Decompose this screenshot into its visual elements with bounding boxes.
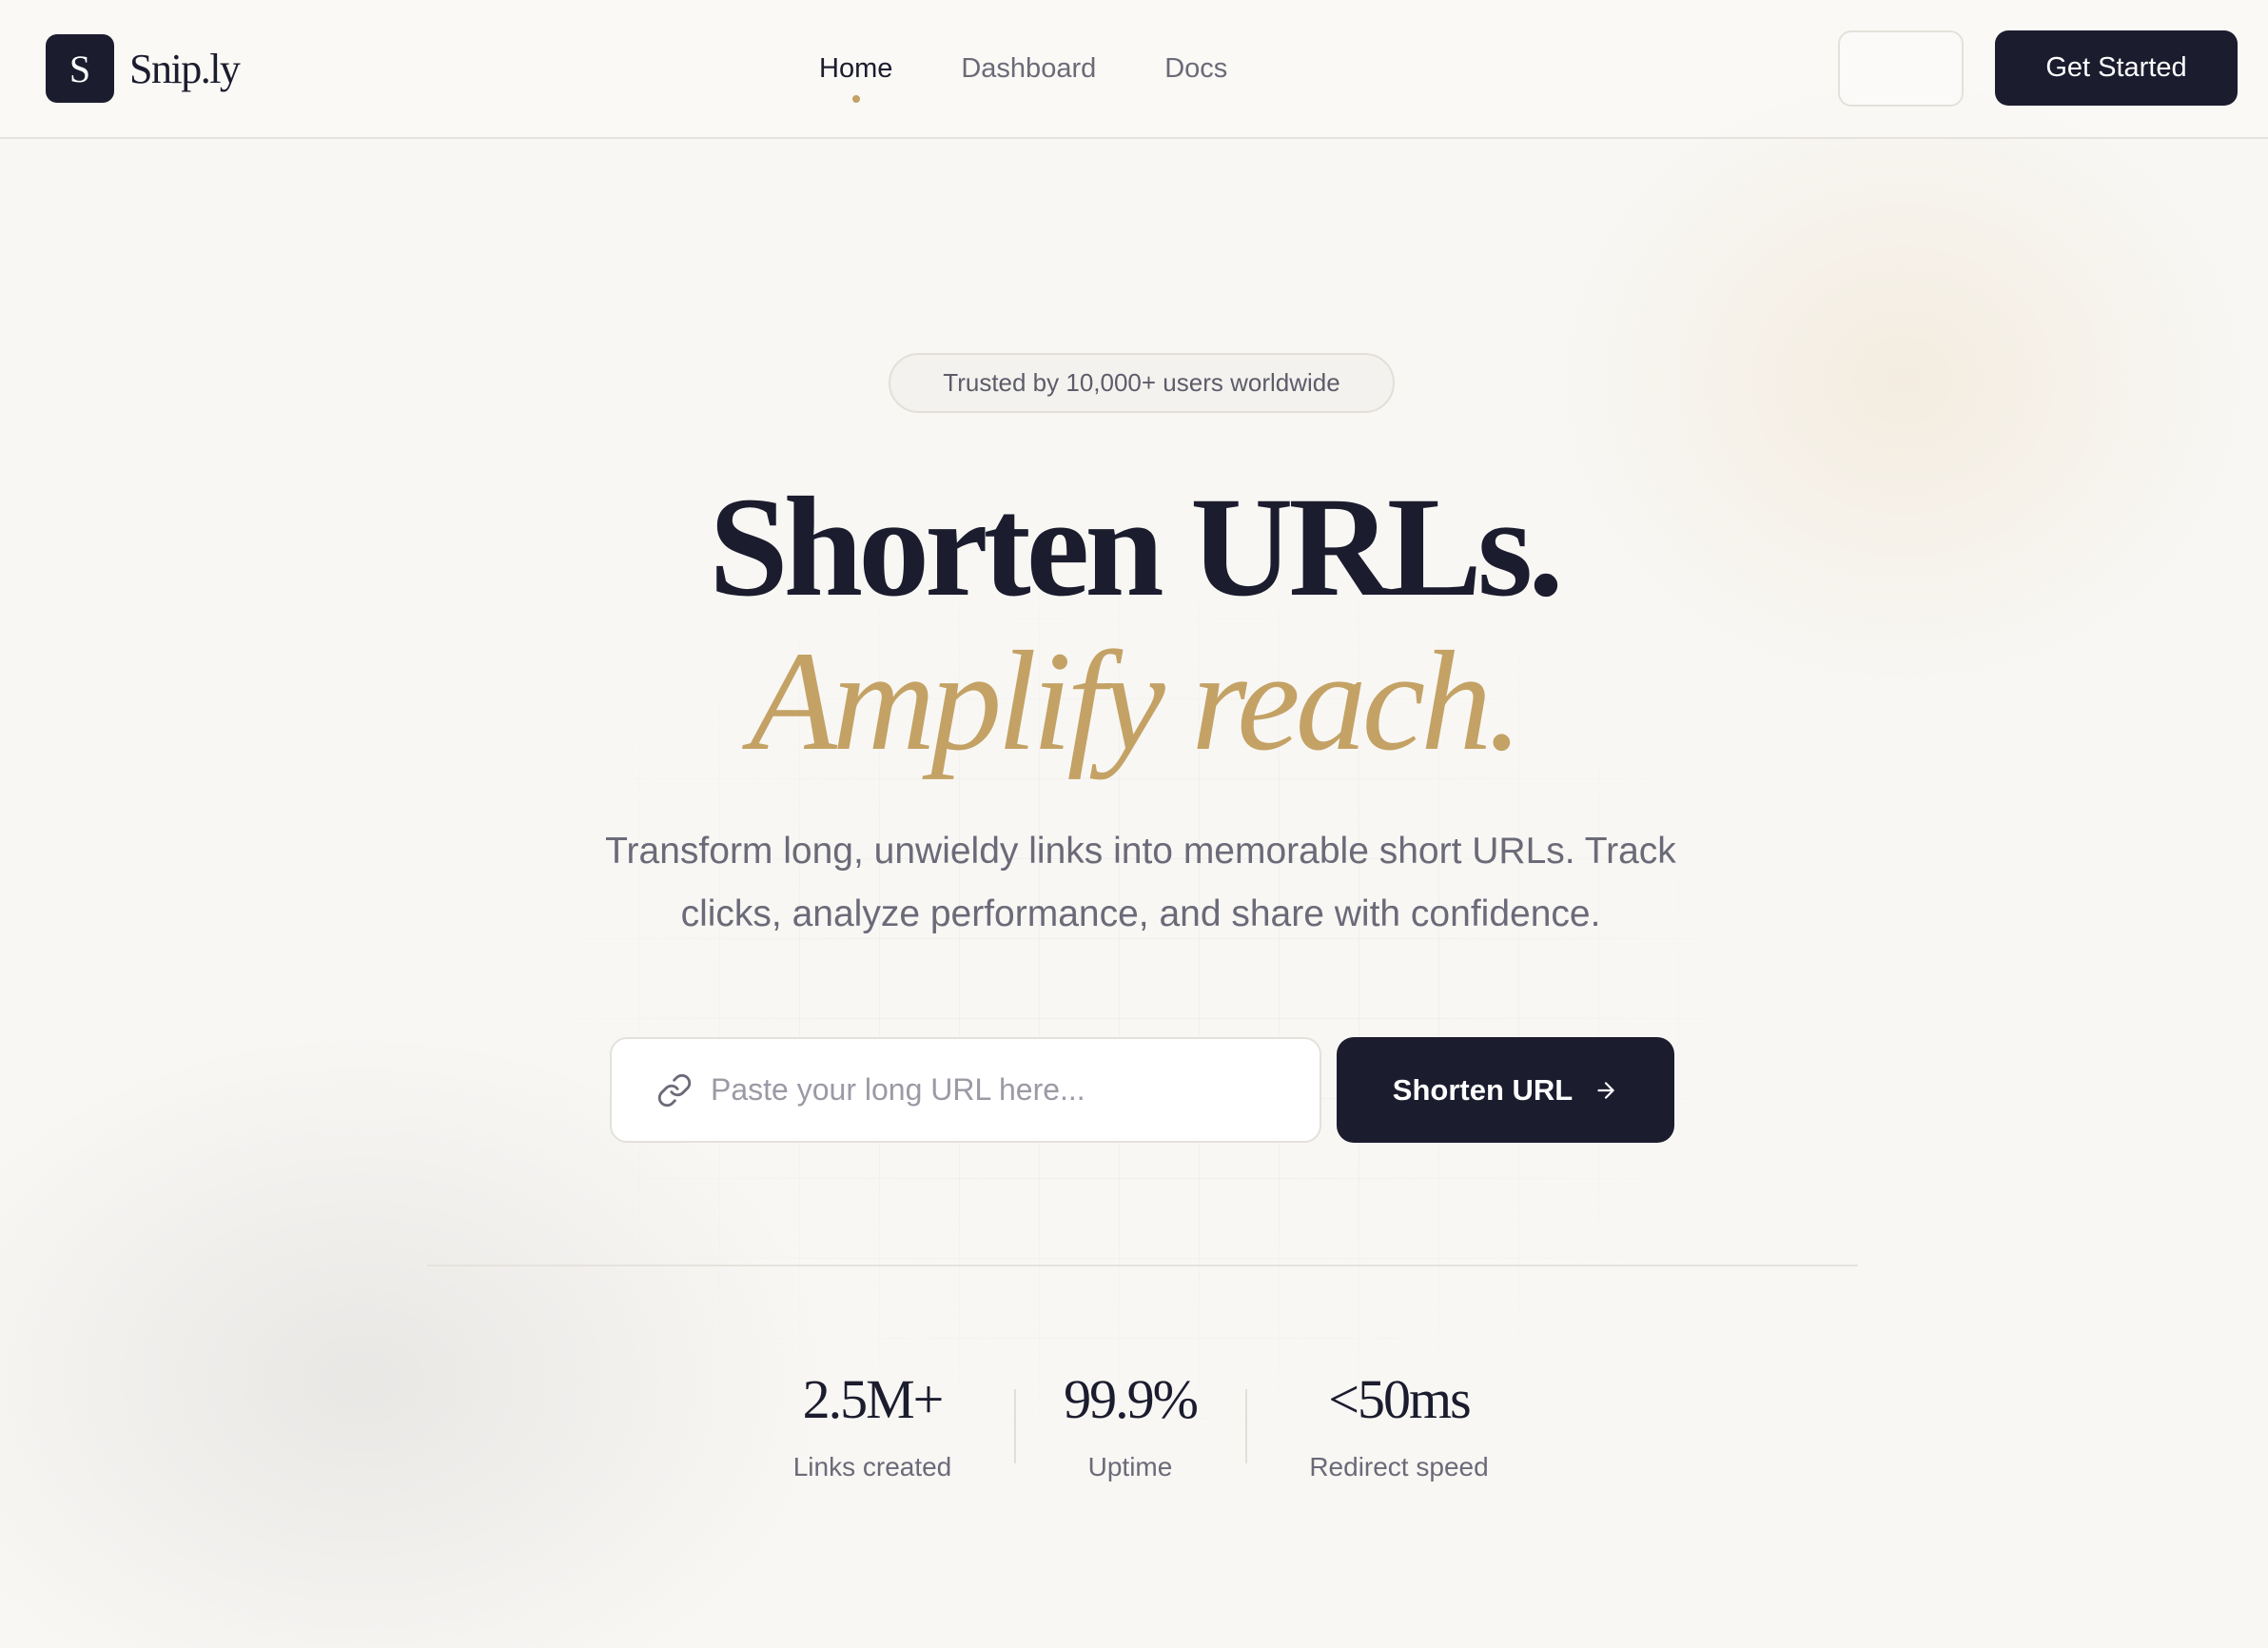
url-input[interactable]	[711, 1072, 1300, 1108]
stat-redirect-speed: <50ms Redirect speed	[1287, 1366, 1511, 1484]
active-indicator-dot	[851, 95, 860, 103]
trust-badge: Trusted by 10,000+ users worldwide	[889, 353, 1395, 413]
hero-subheadline: Amplify reach.	[750, 622, 1523, 780]
stat-label: Uptime	[1087, 1452, 1173, 1481]
stat-uptime: 99.9% Uptime	[1035, 1366, 1225, 1484]
stat-label: Links created	[792, 1452, 952, 1481]
link-icon	[655, 1071, 694, 1109]
nav-item-label: Docs	[1164, 53, 1228, 84]
stat-value: 99.9%	[1064, 1368, 1199, 1430]
hero-headline: Shorten URLs.	[709, 468, 1563, 626]
stat-links-created: 2.5M+ Links created	[777, 1366, 968, 1484]
top-navbar: S Snip.ly Home Dashboard Docs Get Starte…	[0, 0, 2268, 139]
page: S Snip.ly Home Dashboard Docs Get Starte…	[0, 0, 2268, 1648]
stat-label: Redirect speed	[1309, 1452, 1489, 1481]
nav-item-label: Dashboard	[961, 53, 1097, 84]
stat-value: 2.5M+	[802, 1368, 945, 1430]
section-divider	[427, 1265, 1858, 1266]
shorten-url-button[interactable]: Shorten URL	[1337, 1037, 1674, 1143]
get-started-button[interactable]: Get Started	[1995, 30, 2238, 106]
nav-item-dashboard[interactable]: Dashboard	[961, 46, 1096, 91]
brand-name: Snip.ly	[129, 45, 241, 92]
stat-value: <50ms	[1328, 1368, 1471, 1430]
hero-description: Transform long, unwieldy links into memo…	[605, 831, 1676, 934]
stat-separator	[1014, 1389, 1016, 1463]
nav-item-label: Home	[819, 53, 893, 84]
shorten-url-label: Shorten URL	[1392, 1072, 1574, 1107]
nav-item-home[interactable]: Home	[819, 46, 893, 103]
brand-logo[interactable]: S Snip.ly	[46, 34, 241, 103]
arrow-right-icon	[1593, 1078, 1618, 1103]
empty-header-button[interactable]	[1838, 30, 1964, 107]
brand-mark: S	[46, 34, 114, 103]
nav-item-docs[interactable]: Docs	[1164, 46, 1227, 91]
url-input-container	[610, 1037, 1321, 1143]
main-nav: Home Dashboard Docs	[819, 46, 1227, 103]
stat-separator	[1245, 1389, 1247, 1463]
